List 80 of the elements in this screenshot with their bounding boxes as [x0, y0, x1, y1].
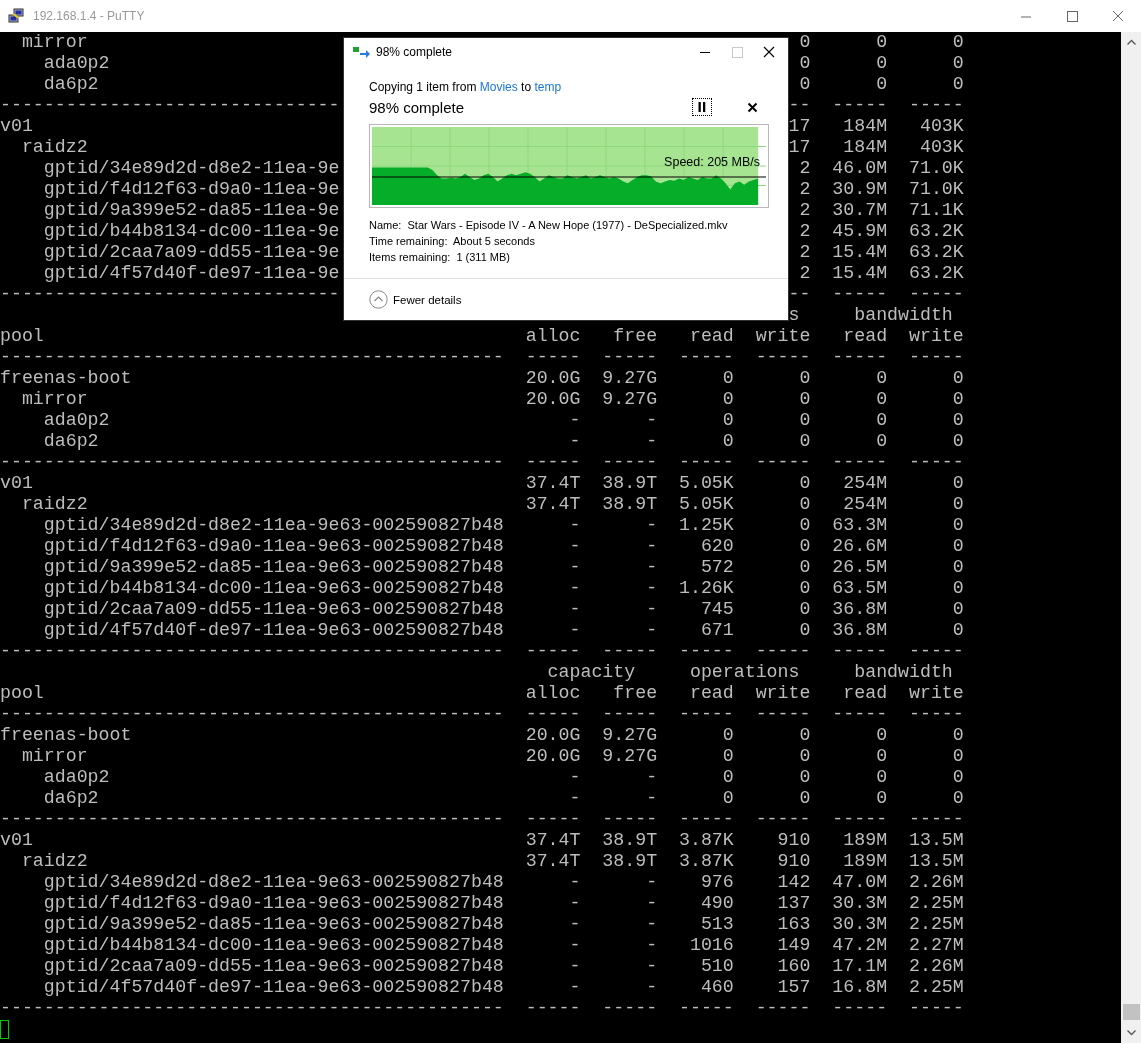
- terminal-line: 17 184M 403K: [788, 116, 964, 137]
- terminal-line: gptid/9a399e52-da85-11ea-9e63-002590827b48 - - 572 0 26.5M 0: [42, 557, 964, 577]
- terminal-line: raidz2: [20, 137, 88, 157]
- detail-line: Items remaining: 1 (311 MB): [369, 250, 511, 265]
- terminal-line: gptid/34e89d2d-d8e2-11ea-9e63-002590827b48 - - 976 142 47.0M 2.26M: [42, 872, 964, 892]
- terminal-line: v01 37.4T 38.9T 5.05K 0 254M 0: [0, 473, 964, 493]
- terminal-line: gptid/f4d12f63-d9a0-11ea-9e: [42, 179, 340, 199]
- copy-summary: Copying 1 item from Movies to temp: [369, 79, 563, 95]
- terminal-line: gptid/b44b8134-dc00-11ea-9e63-002590827b48 - - 1016 149 47.2M 2.27M: [42, 935, 964, 955]
- terminal-line: 0 0 0: [798, 53, 964, 74]
- terminal-line: ---------------------------------------------- ----- ----- ----- ----- ----- -----: [0, 998, 964, 1018]
- terminal-line: -------------------------------: [0, 95, 340, 115]
- terminal-line: 0 0 0: [798, 32, 964, 53]
- terminal-line: 17 184M 403K: [788, 137, 964, 158]
- window-title: 192.168.1.4 - PuTTY: [33, 9, 145, 23]
- terminal-line: -------------------------------: [0, 284, 340, 304]
- terminal-line: gptid/2caa7a09-dd55-11ea-9e63-002590827b48 - - 745 0 36.8M 0: [42, 599, 964, 619]
- terminal-line: ---------------------------------------------- ----- ----- ----- ----- ----- -----: [0, 704, 964, 724]
- terminal-line: gptid/2caa7a09-dd55-11ea-9e: [42, 242, 340, 262]
- terminal-line: -- ----- -----: [788, 284, 964, 305]
- copy-icon: [353, 46, 371, 58]
- chevron-up-icon: [369, 290, 388, 309]
- terminal-line: v01: [0, 116, 33, 136]
- terminal-line: gptid/34e89d2d-d8e2-11ea-9e63-002590827b48 - - 1.25K 0 63.3M 0: [42, 515, 964, 535]
- terminal-line: ---------------------------------------------- ----- ----- ----- ----- ----- -----: [0, 641, 964, 661]
- terminal-line: pool alloc free read write read write: [0, 326, 964, 346]
- terminal-line: da6p2 - - 0 0 0 0: [42, 788, 964, 808]
- terminal-line: freenas-boot 20.0G 9.27G 0 0 0 0: [0, 368, 964, 388]
- terminal-line: gptid/2caa7a09-dd55-11ea-9e63-002590827b48 - - 510 160 17.1M 2.26M: [42, 956, 964, 976]
- terminal-line: 2 30.9M 71.0K: [798, 179, 964, 200]
- close-icon[interactable]: [747, 101, 758, 113]
- terminal-line: mirror 20.0G 9.27G 0 0 0 0: [20, 389, 964, 409]
- fewer-details-button[interactable]: Fewer details: [369, 290, 462, 309]
- dialog-title: 98% complete: [376, 45, 453, 59]
- pause-button[interactable]: [692, 98, 712, 116]
- source-link[interactable]: Movies: [479, 80, 518, 94]
- terminal-line: ada0p2: [42, 53, 110, 73]
- terminal-line: ada0p2 - - 0 0 0 0: [42, 767, 964, 787]
- terminal-line: 2 30.7M 71.1K: [798, 200, 964, 221]
- terminal-line: 2 46.0M 71.0K: [798, 158, 964, 179]
- speed-label: Speed: 205 MB/s: [664, 155, 760, 170]
- scroll-thumb[interactable]: [1122, 1004, 1140, 1020]
- terminal-line: 2 15.4M 63.2K: [798, 242, 964, 263]
- terminal-line: gptid/9a399e52-da85-11ea-9e: [42, 200, 340, 220]
- terminal-line: 2 15.4M 63.2K: [798, 263, 964, 284]
- terminal-line: gptid/4f57d40f-de97-11ea-9e63-002590827b48 - - 671 0 36.8M 0: [42, 620, 964, 640]
- terminal-line: mirror: [20, 32, 88, 52]
- terminal-line: capacity operations bandwidth: [546, 662, 953, 682]
- terminal-line: mirror 20.0G 9.27G 0 0 0 0: [20, 746, 964, 766]
- scrollbar[interactable]: [1121, 32, 1141, 1043]
- detail-line: Name: Star Wars - Episode IV - A New Hope (1977) - DeSpecialized.mkv: [369, 218, 729, 233]
- terminal-line: gptid/b44b8134-dc00-11ea-9e: [42, 221, 340, 241]
- terminal-line: gptid/f4d12f63-d9a0-11ea-9e63-002590827b48 - - 620 0 26.6M 0: [42, 536, 964, 556]
- terminal-line: 2 45.9M 63.2K: [798, 221, 964, 242]
- terminal-line: ada0p2 - - 0 0 0 0: [42, 410, 964, 430]
- terminal-line: raidz2 37.4T 38.9T 3.87K 910 189M 13.5M: [20, 851, 964, 871]
- terminal-line: 0 0 0: [798, 74, 964, 95]
- destination-link[interactable]: temp: [534, 80, 562, 94]
- terminal-line: raidz2 37.4T 38.9T 5.05K 0 254M 0: [20, 494, 964, 514]
- terminal-line: v01 37.4T 38.9T 3.87K 910 189M 13.5M: [0, 830, 964, 850]
- pause-icon: [698, 102, 706, 112]
- text-cursor: [0, 1019, 9, 1039]
- progress-heading: 98% complete: [369, 98, 465, 116]
- terminal-line: ---------------------------------------------- ----- ----- ----- ----- ----- -----: [0, 452, 964, 472]
- terminal-line: ---------------------------------------------- ----- ----- ----- ----- ----- -----: [0, 347, 964, 367]
- terminal-line: gptid/4f57d40f-de97-11ea-9e63-002590827b48 - - 460 157 16.8M 2.25M: [42, 977, 964, 997]
- terminal-line: da6p2: [42, 74, 99, 94]
- terminal-line: s bandwidth: [788, 305, 953, 326]
- terminal-line: gptid/b44b8134-dc00-11ea-9e63-002590827b48 - - 1.26K 0 63.5M 0: [42, 578, 964, 598]
- terminal-line: ---------------------------------------------- ----- ----- ----- ----- ----- -----: [0, 809, 964, 829]
- terminal-line: gptid/4f57d40f-de97-11ea-9e: [42, 263, 340, 283]
- terminal-line: gptid/f4d12f63-d9a0-11ea-9e63-002590827b48 - - 490 137 30.3M 2.25M: [42, 893, 964, 913]
- terminal-line: pool alloc free read write read write: [0, 683, 964, 703]
- terminal-line: gptid/34e89d2d-d8e2-11ea-9e: [42, 158, 340, 178]
- terminal-line: freenas-boot 20.0G 9.27G 0 0 0 0: [0, 725, 964, 745]
- computer-icon: [8, 8, 24, 24]
- terminal-line: -- ----- -----: [788, 95, 964, 116]
- detail-line: Time remaining: About 5 seconds: [369, 234, 536, 249]
- terminal-line: da6p2 - - 0 0 0 0: [42, 431, 964, 451]
- terminal-line: gptid/9a399e52-da85-11ea-9e63-002590827b48 - - 513 163 30.3M 2.25M: [42, 914, 964, 934]
